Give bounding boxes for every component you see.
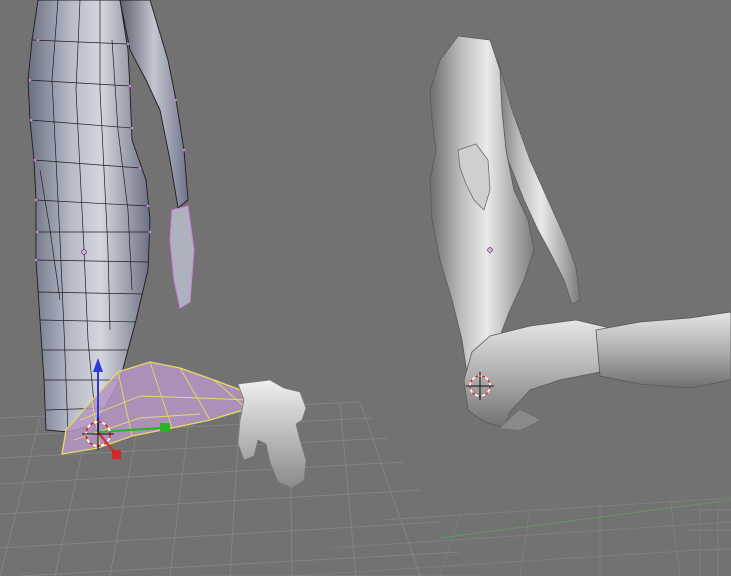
object-origin-point-right[interactable] <box>487 247 493 253</box>
manip-y-handle-icon[interactable] <box>160 423 170 432</box>
viewport-canvas[interactable] <box>0 0 731 576</box>
manip-x-handle-icon[interactable] <box>112 450 121 459</box>
3d-viewport[interactable] <box>0 0 731 576</box>
object-origin-point[interactable] <box>81 249 87 255</box>
blender-3d-view-area[interactable] <box>0 0 731 576</box>
